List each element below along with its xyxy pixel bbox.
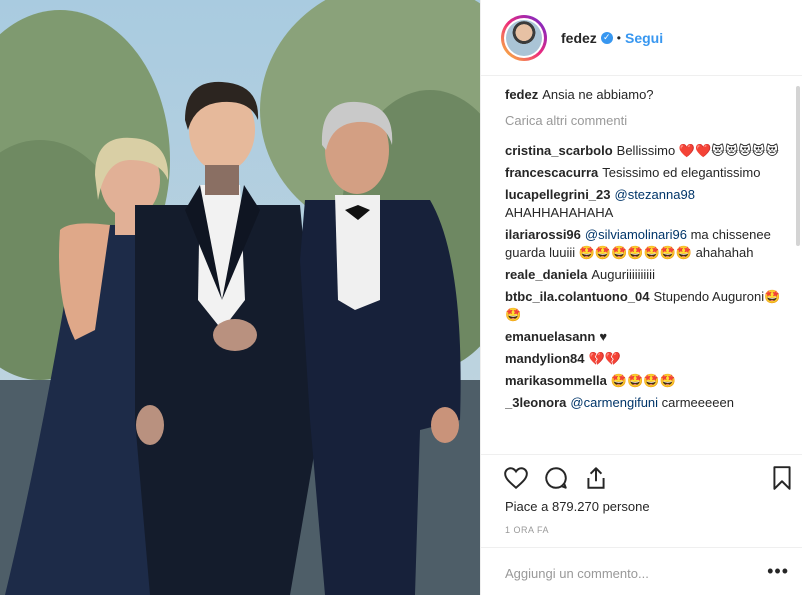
comment-text: ♥ <box>599 329 608 344</box>
likes-count[interactable]: Piace a 879.270 persone <box>505 499 650 514</box>
comment-username[interactable]: reale_daniela <box>505 267 587 282</box>
comment-text: Tesissimo ed elegantissimo <box>602 165 761 180</box>
comment-text: carmeeeeen <box>661 395 734 410</box>
comment-username[interactable]: ilariarossi96 <box>505 227 581 242</box>
avatar-ring <box>504 17 544 58</box>
comment-text: 🤩🤩🤩🤩 <box>610 373 676 388</box>
bookmark-icon[interactable] <box>769 465 795 491</box>
comment-username[interactable]: francescacurra <box>505 165 598 180</box>
list-item: cristina_scarbolo Bellissimo ❤️❤️😻😻😻😻😻 <box>505 142 789 160</box>
comments-scrollbar[interactable] <box>796 86 800 246</box>
comment-icon[interactable] <box>543 465 569 491</box>
caption-username[interactable]: fedez <box>505 87 538 102</box>
list-item: reale_daniela Auguriiiiiiiiii <box>505 266 789 284</box>
photo-illustration <box>0 0 480 595</box>
post-caption: fedez Ansia ne abbiamo? <box>505 86 789 104</box>
avatar-image <box>506 19 542 56</box>
post-photo[interactable] <box>0 0 480 595</box>
comments-list[interactable]: fedez Ansia ne abbiamo? Carica altri comm… <box>505 86 789 454</box>
more-options-icon[interactable]: ••• <box>767 562 789 580</box>
caption-text: Ansia ne abbiamo? <box>542 87 654 102</box>
comment-username[interactable]: emanuelasann <box>505 329 595 344</box>
comment-username[interactable]: lucapellegrini_23 <box>505 187 611 202</box>
heart-icon[interactable] <box>503 465 529 491</box>
comment-username[interactable]: mandylion84 <box>505 351 584 366</box>
post-header: fedez ✓ • Segui <box>481 0 802 76</box>
comment-input[interactable] <box>503 560 747 586</box>
post-timestamp[interactable]: 1 ORA FA <box>505 525 549 535</box>
comment-username[interactable]: marikasommella <box>505 373 607 388</box>
list-item: mandylion84 💔💔 <box>505 350 789 368</box>
add-comment-bar: ••• <box>481 547 802 595</box>
avatar[interactable] <box>501 14 547 61</box>
post-side-panel: fedez ✓ • Segui fedez Ansia ne abbiamo? C… <box>480 0 802 595</box>
comment-username[interactable]: _3leonora <box>505 395 566 410</box>
comment-username[interactable]: btbc_ila.colantuono_04 <box>505 289 649 304</box>
list-item: btbc_ila.colantuono_04 Stupendo Auguroni🤩… <box>505 288 789 324</box>
post-actions <box>481 454 802 504</box>
separator-dot: • <box>616 30 621 45</box>
load-more-comments-button[interactable]: Carica altri commenti <box>505 112 789 130</box>
header-username[interactable]: fedez <box>561 30 597 46</box>
comment-mention[interactable]: @carmengifuni <box>570 395 658 410</box>
likes-text: Piace a 879.270 persone <box>505 499 650 514</box>
list-item: emanuelasann ♥ <box>505 328 789 346</box>
list-item: marikasommella 🤩🤩🤩🤩 <box>505 372 789 390</box>
list-item: _3leonora @carmengifuni carmeeeeen <box>505 394 789 412</box>
comment-text: Auguriiiiiiiiii <box>591 267 655 282</box>
list-item: francescacurra Tesissimo ed elegantissimo <box>505 164 789 182</box>
follow-button[interactable]: Segui <box>625 30 663 46</box>
list-item: ilariarossi96 @silviamolinari96 ma chisse… <box>505 226 789 262</box>
share-icon[interactable] <box>583 465 609 491</box>
comment-mention[interactable]: @silviamolinari96 <box>585 227 687 242</box>
comment-username[interactable]: cristina_scarbolo <box>505 143 613 158</box>
comment-text: AHAHHAHAHAHA <box>505 205 614 220</box>
comment-text: Bellissimo ❤️❤️😻😻😻😻😻 <box>616 143 779 158</box>
verified-icon: ✓ <box>600 31 613 44</box>
comment-text: 💔💔 <box>588 351 621 366</box>
list-item: lucapellegrini_23 @stezanna98 AHAHHAHAHAH… <box>505 186 789 222</box>
comment-mention[interactable]: @stezanna98 <box>615 187 695 202</box>
